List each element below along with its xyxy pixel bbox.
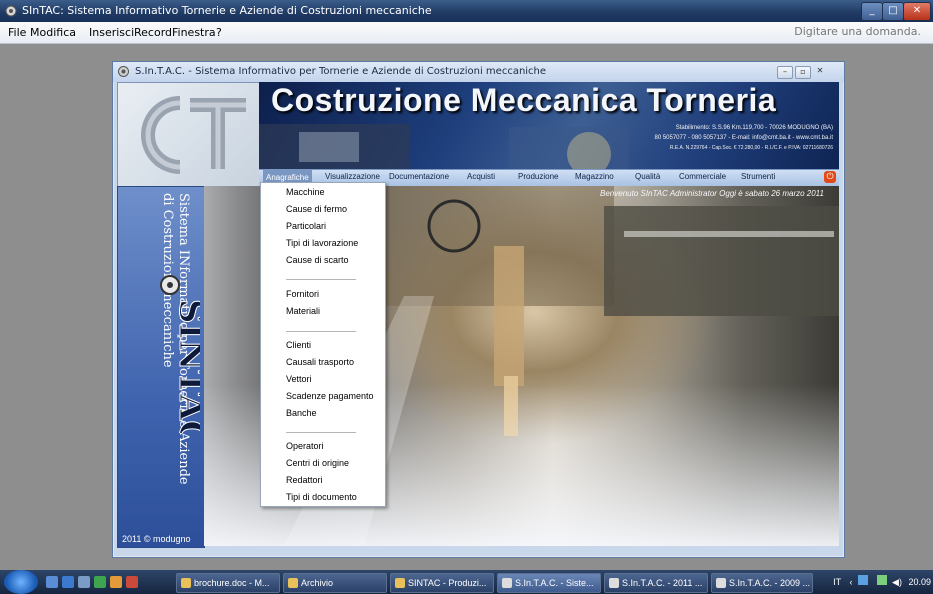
copyright-label: 2011 © modugno [122,534,191,544]
firefox-icon[interactable] [110,576,122,588]
taskbar-item-brochure[interactable]: brochure.doc - M... [176,573,280,593]
explorer-icon[interactable] [78,576,90,588]
word-icon [181,578,191,588]
taskbar-item-sintac-2009[interactable]: S.In.T.A.C. - 2009 ... [711,573,813,593]
nav-visualizzazione[interactable]: Visualizzazione [325,172,380,181]
taskbar-item-sintac-sistema[interactable]: S.In.T.A.C. - Siste... [497,573,601,593]
menu-item-cause-di-fermo[interactable]: Cause di fermo [286,204,347,214]
form-icon [118,66,129,77]
tray-expand-icon[interactable]: ‹ [849,577,852,587]
menu-separator [286,432,356,433]
sintac-logo: SINTAC [160,275,200,433]
menu-bar: File Modifica Inserisci Record Finestra … [0,22,933,44]
menu-help[interactable]: ? [216,26,222,39]
menu-item-redattori[interactable]: Redattori [286,475,323,485]
menu-inserisci[interactable]: Inserisci [89,26,134,39]
close-button[interactable]: ✕ [903,2,931,21]
network-icon[interactable] [858,575,868,585]
nav-commerciale[interactable]: Commerciale [679,172,726,181]
start-button[interactable] [4,570,38,594]
access-icon[interactable] [126,576,138,588]
taskbar-item-sintac-2011[interactable]: S.In.T.A.C. - 2011 ... [604,573,708,593]
banner-contacts: 80 5057077 - 080 5057137 - E-mail: info@… [654,135,833,141]
menu-item-macchine[interactable]: Macchine [286,187,325,197]
taskbar-item-archivio[interactable]: Archivio [283,573,387,593]
clock[interactable]: 20.09 [908,577,931,587]
banner-address: Stabilimento: S.S.96 Km.119,700 - 70026 … [675,125,833,131]
minimize-button[interactable]: _ [861,2,883,21]
app-quicklaunch-icon[interactable] [94,576,106,588]
menu-modifica[interactable]: Modifica [30,26,76,39]
menu-item-fornitori[interactable]: Fornitori [286,289,319,299]
menu-item-operatori[interactable]: Operatori [286,441,324,451]
header-banner: Costruzione Meccanica Torneria Stabilime… [259,82,839,169]
child-close-button[interactable]: ✕ [813,66,827,77]
volume-icon[interactable]: ◀) [892,577,902,587]
banner-legal: R.E.A. N.229764 - Cap.Soc. € 72.280,00 -… [669,145,833,151]
show-desktop-icon[interactable] [46,576,58,588]
child-title-bar: S.In.T.A.C. - Sistema Informativo per To… [113,62,844,82]
menu-separator [286,331,356,332]
security-icon[interactable] [876,575,887,585]
maximize-button[interactable]: □ [882,2,904,21]
menu-item-cause-di-scarto[interactable]: Cause di scarto [286,255,349,265]
menu-item-particolari[interactable]: Particolari [286,221,326,231]
menu-item-banche[interactable]: Banche [286,408,317,418]
window-controls: _ □ ✕ [861,2,931,21]
menu-item-causali-trasporto[interactable]: Causali trasporto [286,357,354,367]
folder-icon [288,578,298,588]
sintac-icon [502,578,512,588]
app-title-bar: SInTAC: Sistema Informativo Tornerie e A… [0,0,933,22]
system-tray: IT ‹ ◀) 20.09 [833,573,933,591]
nav-magazzino[interactable]: Magazzino [575,172,614,181]
banner-headline: Costruzione Meccanica Torneria [271,82,777,118]
menu-item-centri-di-origine[interactable]: Centri di origine [286,458,349,468]
anagrafiche-dropdown: Macchine Cause di fermo Particolari Tipi… [260,182,386,507]
menu-file[interactable]: File [8,26,26,39]
taskbar-item-sintac-produzione[interactable]: SINTAC - Produzi... [390,573,494,593]
child-title: S.In.T.A.C. - Sistema Informativo per To… [135,66,547,77]
nav-qualita[interactable]: Qualità [635,172,660,181]
main-form-window: S.In.T.A.C. - Sistema Informativo per To… [112,61,845,558]
welcome-message: Benvenuto SInTAC Administrator Oggi è sa… [600,189,824,198]
ie-icon[interactable] [62,576,74,588]
cmt-logo [117,82,260,187]
menu-item-clienti[interactable]: Clienti [286,340,311,350]
app-title: SInTAC: Sistema Informativo Tornerie e A… [22,4,432,17]
menu-separator [286,279,356,280]
nav-strumenti[interactable]: Strumenti [741,172,775,181]
language-indicator[interactable]: IT [833,577,841,587]
document-icon [395,578,405,588]
menu-item-materiali[interactable]: Materiali [286,306,320,316]
menu-item-tipi-di-documento[interactable]: Tipi di documento [286,492,357,502]
power-icon[interactable]: ⏻ [824,171,836,183]
taskbar: brochure.doc - M... Archivio SINTAC - Pr… [0,570,933,594]
side-panel: Sistema INformativo per Tornerie e Azien… [117,186,205,548]
sintac-logo-text: SINTAC [171,299,200,433]
menu-record[interactable]: Record [134,26,172,39]
sintac-icon [609,578,619,588]
child-minimize-button[interactable]: – [777,66,793,79]
child-restore-button[interactable]: ▫ [795,66,811,79]
sintac-icon [716,578,726,588]
nav-documentazione[interactable]: Documentazione [389,172,449,181]
menu-item-vettori[interactable]: Vettori [286,374,312,384]
menu-item-scadenze-pagamento[interactable]: Scadenze pagamento [286,391,374,401]
help-search-input[interactable]: Digitare una domanda. [794,25,921,38]
menu-item-tipi-di-lavorazione[interactable]: Tipi di lavorazione [286,238,358,248]
nav-acquisti[interactable]: Acquisti [467,172,495,181]
app-icon [5,5,17,17]
cmt-logo-icon [141,96,246,174]
menu-finestra[interactable]: Finestra [172,26,216,39]
nav-produzione[interactable]: Produzione [518,172,558,181]
